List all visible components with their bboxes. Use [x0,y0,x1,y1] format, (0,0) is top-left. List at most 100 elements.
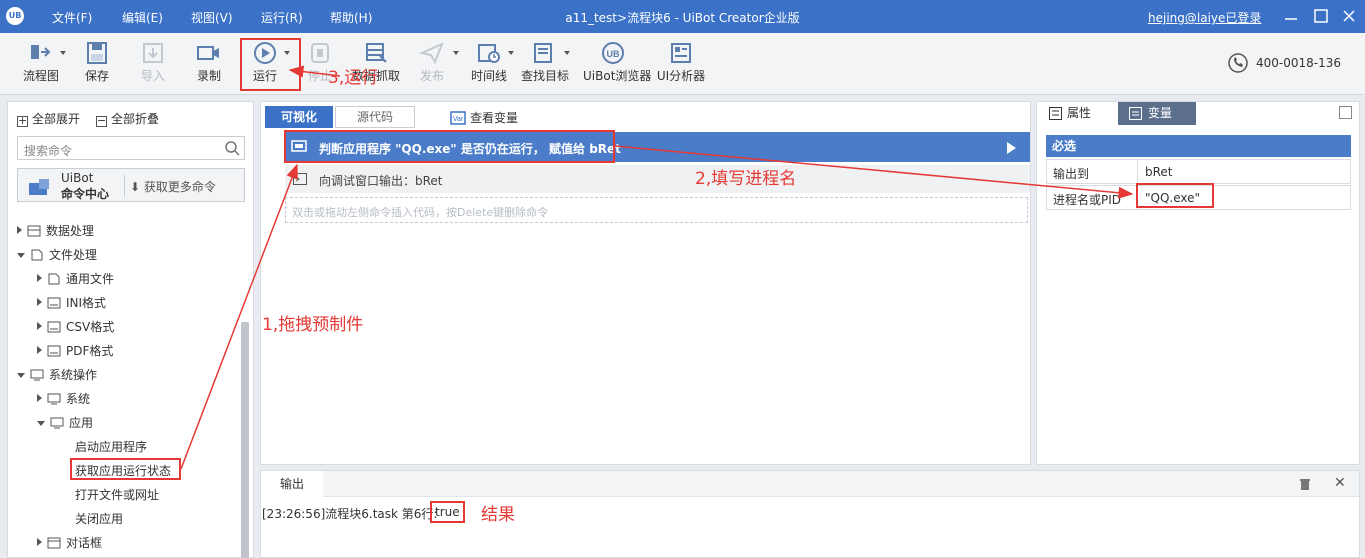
user-account-link[interactable]: hejing@laiye已登录 [1148,9,1261,26]
annotation-fill: 2,填写进程名 [695,169,797,189]
expand-arrow-icon[interactable] [37,274,42,282]
clear-output-icon[interactable] [1298,477,1312,491]
menu-run[interactable]: 运行(R) [261,9,303,26]
output-header [261,471,1359,497]
expand-all-icon: + [17,114,28,127]
pdf-icon [47,345,61,357]
save-button[interactable]: 保存 [67,41,127,89]
save-icon [87,42,107,64]
close-output-icon[interactable]: ✕ [1334,475,1346,491]
timeline-button[interactable]: 时间线 [459,41,519,89]
uibot-logo-icon: UB [6,7,24,25]
tree-item-ini[interactable]: INI格式 [37,294,106,314]
svg-text:UB: UB [607,49,620,59]
ui-analyzer-button[interactable]: UI分析器 [651,41,711,89]
find-target-label: 查找目标 [520,69,569,83]
publish-button[interactable]: 发布 [402,41,462,89]
record-label: 录制 [196,69,221,83]
tab-variables[interactable]: 变量 [1118,102,1196,125]
menu-file[interactable]: 文件(F) [52,9,92,26]
tree-item-get-app-status[interactable]: 获取应用运行状态 [75,462,171,482]
find-target-button[interactable]: 查找目标 [515,41,575,89]
timeline-dropdown-icon[interactable] [508,51,514,55]
menu-help[interactable]: 帮助(H) [330,9,372,26]
title-bar: UB 文件(F) 编辑(E) 视图(V) 运行(R) 帮助(H) a11_tes… [0,0,1365,33]
annotation-drag: 1,拖拽预制件 [262,315,364,335]
view-variables-button[interactable]: Var 查看变量 [450,109,518,126]
tree-label: 应用 [69,416,94,430]
tree-item-data-processing[interactable]: 数据处理 [17,222,94,242]
expand-arrow-icon[interactable] [37,298,42,306]
tree-label: INI格式 [66,296,107,310]
expand-arrow-icon[interactable] [37,394,42,402]
run-statement-icon[interactable] [1007,142,1016,154]
tree-item-csv[interactable]: CSV格式 [37,318,114,338]
expand-arrow-icon[interactable] [37,538,42,546]
tab-output[interactable]: 输出 [261,471,323,497]
code-editor: 可视化 源代码 Var 查看变量 判断应用程序 "QQ.exe" 是否仍在运行， … [260,101,1031,465]
system-sub-icon [47,393,61,405]
insert-command-hint[interactable]: 双击或拖动左侧命令插入代码，按Delete键删除命令 [285,197,1028,223]
collapse-arrow-icon[interactable] [17,373,25,378]
find-target-dropdown-icon[interactable] [564,51,570,55]
tab-visual[interactable]: 可视化 [265,106,333,128]
command-search-input[interactable]: 搜索命令 [17,136,245,160]
annotation-result: 结果 [481,505,515,525]
flowchart-button[interactable]: 流程图 [11,41,71,89]
expand-arrow-icon[interactable] [37,346,42,354]
tree-item-pdf[interactable]: PDF格式 [37,342,113,362]
app-status-command-icon [291,140,307,152]
output-panel: 输出 ✕ [23:26:56]流程块6.task 第6行: true [260,470,1360,558]
search-icon[interactable] [224,140,240,156]
property-row-process: 进程名或PID "QQ.exe" [1046,185,1351,210]
view-variables-label: 查看变量 [470,111,519,125]
import-button[interactable]: 导入 [123,41,183,89]
minimize-icon[interactable] [1282,7,1300,25]
tree-item-system[interactable]: 系统 [37,390,90,410]
statement-check-app-running[interactable]: 判断应用程序 "QQ.exe" 是否仍在运行， 赋值给 bRet [285,132,1030,162]
maximize-icon[interactable] [1312,7,1330,25]
expand-panel-icon[interactable] [1339,106,1352,119]
expand-arrow-icon[interactable] [17,226,22,234]
data-scrape-icon [366,43,387,63]
tree-label: CSV格式 [66,320,115,334]
collapse-arrow-icon[interactable] [17,253,25,258]
flowchart-dropdown-icon[interactable] [60,51,66,55]
command-tree-scrollbar[interactable] [241,322,249,558]
tree-label: 系统 [66,392,91,406]
publish-label: 发布 [419,69,444,83]
record-button[interactable]: 录制 [179,41,239,89]
console-command-icon [293,173,307,185]
menu-edit[interactable]: 编辑(E) [122,9,163,26]
tree-label: 通用文件 [66,272,115,286]
tree-item-file-processing[interactable]: 文件处理 [17,246,97,266]
tree-item-application[interactable]: 应用 [37,414,93,434]
tree-label: 系统操作 [49,368,98,382]
uibot-browser-button[interactable]: UB UiBot浏览器 [583,41,651,89]
tree-item-launch-app[interactable]: 启动应用程序 [75,438,147,458]
tree-item-general-file[interactable]: 通用文件 [37,270,114,290]
tree-item-close-app[interactable]: 关闭应用 [75,510,123,530]
tree-item-open-file-or-url[interactable]: 打开文件或网址 [75,486,159,506]
get-more-commands-link[interactable]: ⬇ 获取更多命令 [130,178,216,195]
output-variable-field[interactable]: bRet [1145,165,1173,179]
output-result-value: true [430,501,465,523]
collapse-arrow-icon[interactable] [37,421,45,426]
expand-all-button[interactable]: + 全部展开 [17,110,80,127]
search-placeholder: 搜索命令 [24,144,73,158]
tab-source[interactable]: 源代码 [335,106,415,128]
tree-item-system-operations[interactable]: 系统操作 [17,366,97,386]
command-center-button[interactable]: UiBot 命令中心 ⬇ 获取更多命令 [17,168,245,202]
statement-trace-output[interactable]: 向调试窗口输出：bRet [285,165,1030,193]
close-icon[interactable] [1340,7,1358,25]
collapse-all-button[interactable]: − 全部折叠 [96,110,159,127]
menu-view[interactable]: 视图(V) [191,9,233,26]
tree-item-dialog[interactable]: 对话框 [37,534,102,554]
run-button[interactable]: 运行 [235,41,295,89]
process-name-field[interactable]: "QQ.exe" [1145,191,1200,205]
tab-properties[interactable]: 属性 [1045,102,1117,125]
find-target-icon [534,43,552,63]
flowchart-icon [31,45,51,59]
expand-arrow-icon[interactable] [37,322,42,330]
command-center-title: UiBot [61,171,94,185]
